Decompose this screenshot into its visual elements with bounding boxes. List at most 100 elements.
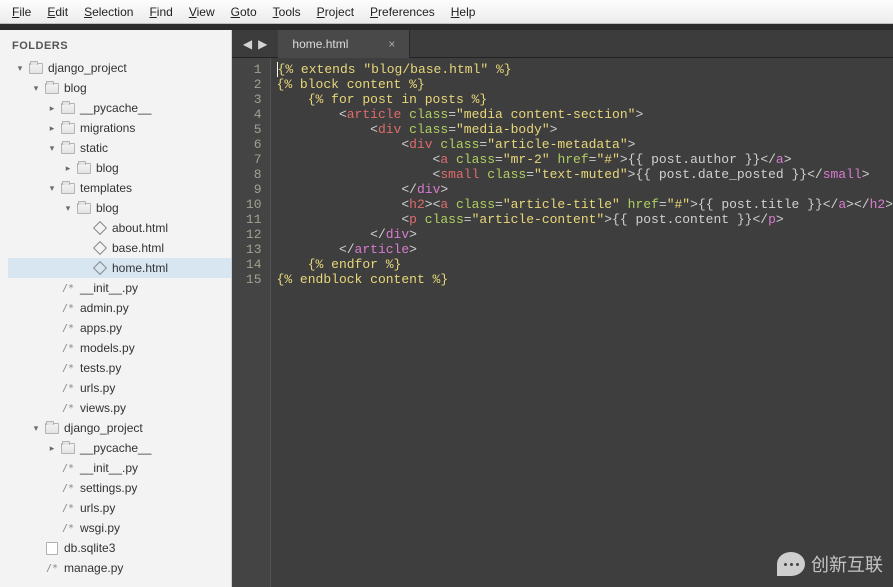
tree-label: apps.py [80,321,122,335]
tab-nav-arrows[interactable]: ◀ ▶ [232,37,278,51]
tree-item-manage-py[interactable]: manage.py [8,558,231,578]
menu-item-find[interactable]: Find [141,2,180,22]
code-editor[interactable]: 123456789101112131415 {% extends "blog/b… [232,58,893,587]
menu-item-goto[interactable]: Goto [223,2,265,22]
disclosure-closed-icon[interactable]: ▸ [46,122,58,134]
tree-item-blog[interactable]: ▸blog [8,158,231,178]
folder-icon [44,421,60,435]
disclosure-none [46,502,58,514]
tree-item-views-py[interactable]: views.py [8,398,231,418]
tree-item-urls-py[interactable]: urls.py [8,498,231,518]
html-file-icon [92,241,108,255]
tree-label: tests.py [80,361,121,375]
menu-item-project[interactable]: Project [309,2,362,22]
tree-item---init---py[interactable]: __init__.py [8,278,231,298]
sidebar: FOLDERS ▾django_project▾blog▸__pycache__… [0,30,232,587]
tree-label: wsgi.py [80,521,120,535]
tree-label: settings.py [80,481,137,495]
folder-icon [60,121,76,135]
folder-tree: ▾django_project▾blog▸__pycache__▸migrati… [8,58,231,578]
chat-bubble-icon [777,552,805,576]
folder-icon [60,141,76,155]
python-file-icon [44,561,60,575]
tree-label: static [80,141,108,155]
menu-item-edit[interactable]: Edit [39,2,76,22]
menu-item-file[interactable]: File [4,2,39,22]
menu-item-tools[interactable]: Tools [265,2,309,22]
disclosure-closed-icon[interactable]: ▸ [62,162,74,174]
python-file-icon [60,461,76,475]
nav-back-icon[interactable]: ◀ [240,37,255,51]
python-file-icon [60,281,76,295]
tree-item-db-sqlite3[interactable]: db.sqlite3 [8,538,231,558]
folder-icon [76,201,92,215]
disclosure-none [46,402,58,414]
disclosure-none [46,382,58,394]
tree-label: urls.py [80,381,115,395]
disclosure-none [46,282,58,294]
disclosure-none [78,242,90,254]
code-content[interactable]: {% extends "blog/base.html" %}{% block c… [271,58,893,587]
folder-icon [76,161,92,175]
tree-item-home-html[interactable]: home.html [8,258,231,278]
tree-item-admin-py[interactable]: admin.py [8,298,231,318]
disclosure-closed-icon[interactable]: ▸ [46,442,58,454]
tree-label: urls.py [80,501,115,515]
close-icon[interactable]: × [388,37,395,51]
disclosure-open-icon[interactable]: ▾ [30,82,42,94]
tab-home-html[interactable]: home.html × [278,30,410,58]
folder-icon [60,441,76,455]
tree-item-tests-py[interactable]: tests.py [8,358,231,378]
tree-item-templates[interactable]: ▾templates [8,178,231,198]
disclosure-none [46,522,58,534]
tree-item-urls-py[interactable]: urls.py [8,378,231,398]
tree-label: __init__.py [80,461,138,475]
menu-item-preferences[interactable]: Preferences [362,2,443,22]
tab-bar: ◀ ▶ home.html × [232,30,893,58]
tree-item-static[interactable]: ▾ static [8,138,231,158]
tree-label: manage.py [64,561,123,575]
disclosure-closed-icon[interactable]: ▸ [46,102,58,114]
tree-label: django_project [64,421,143,435]
tree-item---pycache--[interactable]: ▸__pycache__ [8,98,231,118]
python-file-icon [60,401,76,415]
tree-item-blog[interactable]: ▾blog [8,198,231,218]
tree-label: migrations [80,121,135,135]
menu-item-selection[interactable]: Selection [76,2,141,22]
tree-item-apps-py[interactable]: apps.py [8,318,231,338]
disclosure-open-icon[interactable]: ▾ [30,422,42,434]
disclosure-open-icon[interactable]: ▾ [46,142,58,154]
watermark: 创新互联 [777,551,883,577]
tree-item---init---py[interactable]: __init__.py [8,458,231,478]
python-file-icon [60,501,76,515]
tree-item-django-project[interactable]: ▾ django_project [8,58,231,78]
tree-item---pycache--[interactable]: ▸__pycache__ [8,438,231,458]
tree-item-about-html[interactable]: about.html [8,218,231,238]
tree-label: home.html [112,261,168,275]
tree-item-django-project[interactable]: ▾ django_project [8,418,231,438]
html-file-icon [92,261,108,275]
folder-icon [60,181,76,195]
disclosure-open-icon[interactable]: ▾ [14,62,26,74]
disclosure-none [78,222,90,234]
tree-item-blog[interactable]: ▾blog [8,78,231,98]
tree-label: base.html [112,241,164,255]
nav-forward-icon[interactable]: ▶ [255,37,270,51]
main-split: FOLDERS ▾django_project▾blog▸__pycache__… [0,30,893,587]
tree-item-migrations[interactable]: ▸ migrations [8,118,231,138]
python-file-icon [60,521,76,535]
tree-label: django_project [48,61,127,75]
menu-bar: FileEditSelectionFindViewGotoToolsProjec… [0,0,893,24]
disclosure-none [46,482,58,494]
tree-item-models-py[interactable]: models.py [8,338,231,358]
folder-icon [60,101,76,115]
disclosure-open-icon[interactable]: ▾ [46,182,58,194]
tree-label: admin.py [80,301,129,315]
tree-item-settings-py[interactable]: settings.py [8,478,231,498]
tree-item-wsgi-py[interactable]: wsgi.py [8,518,231,538]
disclosure-none [46,322,58,334]
disclosure-open-icon[interactable]: ▾ [62,202,74,214]
menu-item-help[interactable]: Help [443,2,484,22]
menu-item-view[interactable]: View [181,2,223,22]
tree-item-base-html[interactable]: base.html [8,238,231,258]
